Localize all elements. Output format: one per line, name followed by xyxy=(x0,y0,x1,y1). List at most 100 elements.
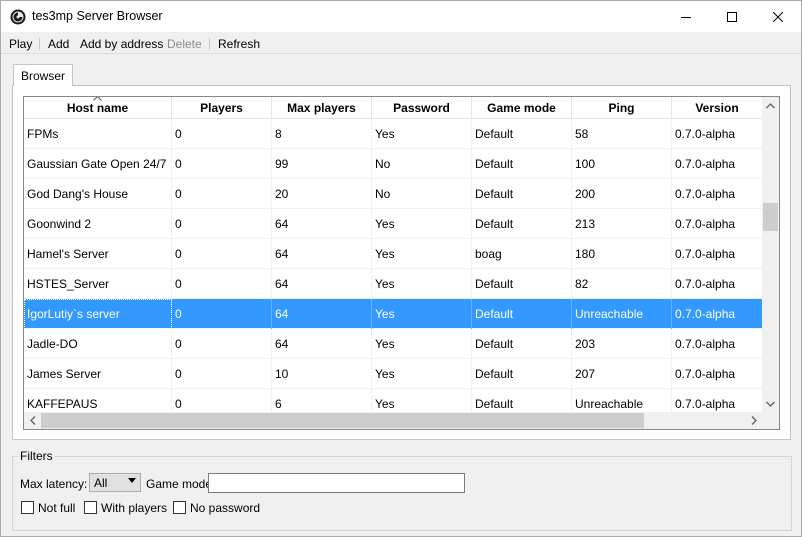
not-full-checkbox[interactable] xyxy=(21,501,34,514)
cell-version: 0.7.0-alpha xyxy=(675,337,736,351)
cell-max-players: 64 xyxy=(272,269,372,299)
horizontal-scrollbar[interactable] xyxy=(24,412,762,429)
minimize-button[interactable] xyxy=(663,1,709,32)
cell-host-name: Jadle-DO xyxy=(24,329,172,359)
server-table: Host name Players Max players Password G… xyxy=(23,96,780,430)
cell-host-name: James Server xyxy=(24,359,172,389)
chevron-right-icon xyxy=(751,416,757,425)
horizontal-scroll-thumb[interactable] xyxy=(41,413,644,428)
tes3mp-logo-icon xyxy=(10,9,26,25)
cell-password: Yes xyxy=(372,119,472,149)
chevron-down-icon xyxy=(766,401,775,407)
toolbar: Play Add Add by address Delete Refresh xyxy=(1,32,801,54)
maximize-button[interactable] xyxy=(709,1,755,32)
cell-game-mode: Default xyxy=(472,299,572,329)
vertical-scroll-thumb[interactable] xyxy=(763,203,778,231)
cell-players: 0 xyxy=(172,149,272,179)
cell-version: 0.7.0-alpha xyxy=(675,217,736,231)
cell-version: 0.7.0-alpha xyxy=(675,157,736,171)
cell-max-players: 99 xyxy=(272,149,372,179)
title-bar[interactable]: tes3mp Server Browser xyxy=(1,1,801,32)
scroll-right-button[interactable] xyxy=(745,412,762,429)
cell-ping: 180 xyxy=(572,239,672,269)
cell-version: 0.7.0-alpha xyxy=(675,277,736,291)
column-header-game-mode[interactable]: Game mode xyxy=(472,97,572,119)
window-title: tes3mp Server Browser xyxy=(32,9,163,23)
max-latency-label: Max latency: xyxy=(20,477,88,491)
cell-password: Yes xyxy=(372,269,472,299)
dropdown-arrow-icon xyxy=(128,478,136,483)
column-header-ping[interactable]: Ping xyxy=(572,97,672,119)
cell-game-mode: Default xyxy=(472,359,572,389)
cell-host-name: Gaussian Gate Open 24/7 xyxy=(24,149,172,179)
maximize-icon xyxy=(727,11,737,22)
cell-host-name: HSTES_Server xyxy=(24,269,172,299)
cell-version: 0.7.0-alpha xyxy=(675,187,736,201)
close-button[interactable] xyxy=(755,1,801,32)
cell-password: Yes xyxy=(372,239,472,269)
table-row[interactable]: James Server 0 10 Yes Default 207 0.7.0-alpha xyxy=(24,359,762,389)
cell-host-name: IgorLutiy`s server xyxy=(24,299,172,329)
cell-game-mode: Default xyxy=(472,119,572,149)
cell-game-mode: boag xyxy=(472,239,572,269)
column-header-max-players[interactable]: Max players xyxy=(272,97,372,119)
max-latency-value: All xyxy=(94,476,108,490)
cell-ping: 213 xyxy=(572,209,672,239)
cell-game-mode: Default xyxy=(472,209,572,239)
delete-button[interactable]: Delete xyxy=(167,37,202,51)
table-row[interactable]: Hamel's Server 0 64 Yes boag 180 0.7.0-alpha xyxy=(24,239,762,269)
cell-ping: Unreachable xyxy=(572,299,672,329)
cell-host-name: Goonwind 2 xyxy=(24,209,172,239)
add-button[interactable]: Add xyxy=(48,37,69,51)
cell-players: 0 xyxy=(172,269,272,299)
chevron-left-icon xyxy=(29,416,35,425)
cell-game-mode: Default xyxy=(472,149,572,179)
table-row[interactable]: Goonwind 2 0 64 Yes Default 213 0.7.0-alpha xyxy=(24,209,762,239)
table-header: Host name Players Max players Password G… xyxy=(24,97,762,119)
with-players-label: With players xyxy=(101,501,168,515)
table-row[interactable]: FPMs 0 8 Yes Default 58 0.7.0-alpha xyxy=(24,119,762,149)
cell-players: 0 xyxy=(172,299,272,329)
table-row[interactable]: HSTES_Server 0 64 Yes Default 82 0.7.0-alpha xyxy=(24,269,762,299)
cell-game-mode: Default xyxy=(472,329,572,359)
cell-password: Yes xyxy=(372,359,472,389)
cell-password: No xyxy=(372,149,472,179)
cell-password: Yes xyxy=(372,209,472,239)
table-row[interactable]: IgorLutiy`s server 0 64 Yes Default Unreachab… xyxy=(24,299,762,329)
max-latency-select[interactable]: All xyxy=(89,473,141,492)
add-by-address-button[interactable]: Add by address xyxy=(80,37,163,51)
vertical-scrollbar[interactable] xyxy=(762,97,779,412)
filters-group xyxy=(12,456,792,531)
game-mode-input[interactable] xyxy=(208,473,465,493)
cell-host-name: FPMs xyxy=(24,119,172,149)
cell-max-players: 8 xyxy=(272,119,372,149)
tab-browser[interactable]: Browser xyxy=(13,64,73,86)
no-password-checkbox[interactable] xyxy=(173,501,186,514)
cell-max-players: 10 xyxy=(272,359,372,389)
cell-players: 0 xyxy=(172,239,272,269)
column-header-players[interactable]: Players xyxy=(172,97,272,119)
column-header-version[interactable]: Version xyxy=(672,97,762,119)
with-players-checkbox[interactable] xyxy=(84,501,97,514)
filters-title: Filters xyxy=(18,449,55,463)
game-mode-label: Game mode xyxy=(146,477,213,491)
cell-ping: 58 xyxy=(572,119,672,149)
close-icon xyxy=(773,11,783,22)
scroll-left-button[interactable] xyxy=(24,412,41,429)
scroll-up-button[interactable] xyxy=(762,97,779,114)
cell-players: 0 xyxy=(172,329,272,359)
cell-version: 0.7.0-alpha xyxy=(675,127,736,141)
column-header-host-name[interactable]: Host name xyxy=(24,97,172,119)
play-button[interactable]: Play xyxy=(9,37,32,51)
refresh-button[interactable]: Refresh xyxy=(218,37,260,51)
toolbar-separator xyxy=(209,38,210,50)
minimize-icon xyxy=(681,16,691,18)
cell-ping: 200 xyxy=(572,179,672,209)
table-row[interactable]: God Dang's House 0 20 No Default 200 0.7.0-alp… xyxy=(24,179,762,209)
table-row[interactable]: Gaussian Gate Open 24/7 0 99 No Default 100 0.… xyxy=(24,149,762,179)
scroll-down-button[interactable] xyxy=(762,395,779,412)
table-row[interactable]: Jadle-DO 0 64 Yes Default 203 0.7.0-alpha xyxy=(24,329,762,359)
cell-version: 0.7.0-alpha xyxy=(675,307,736,321)
cell-ping: 203 xyxy=(572,329,672,359)
column-header-password[interactable]: Password xyxy=(372,97,472,119)
